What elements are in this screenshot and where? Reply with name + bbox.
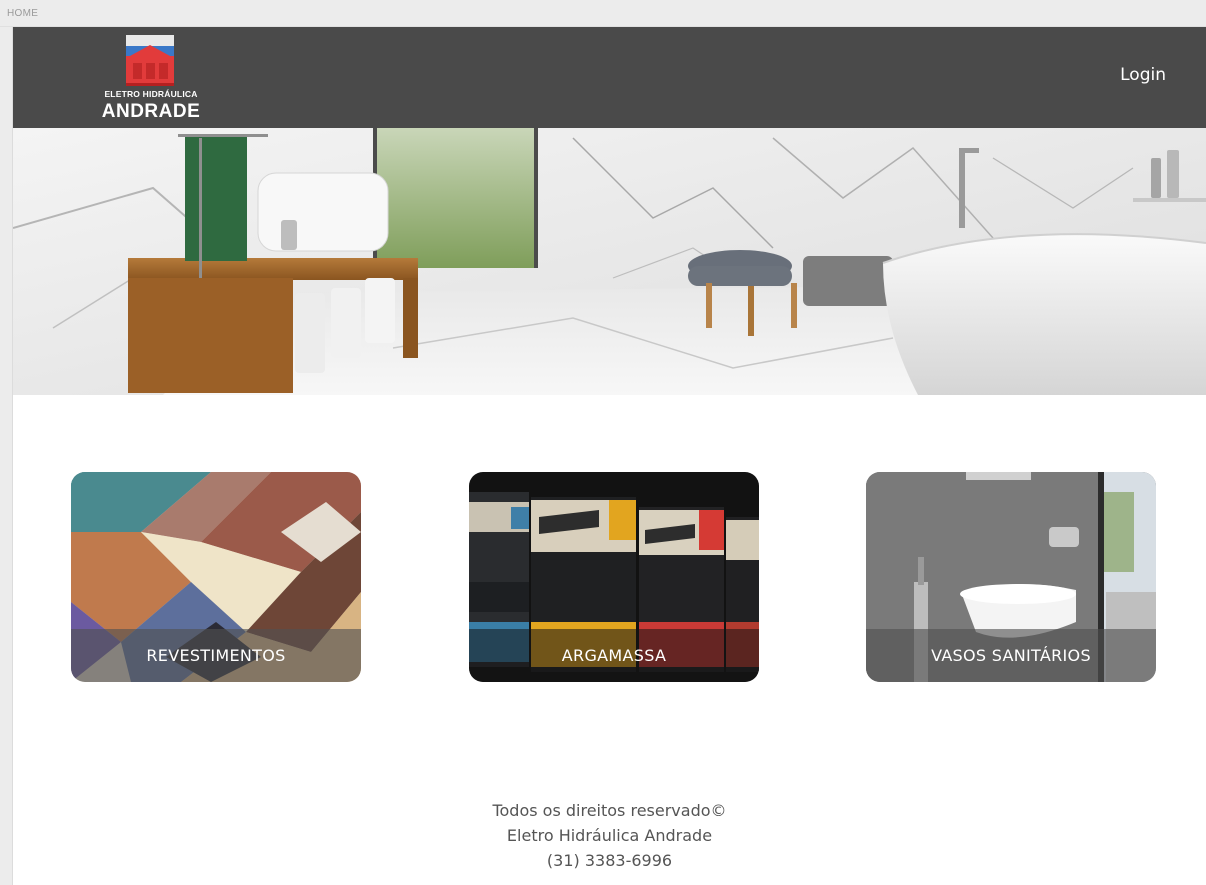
category-card-argamassa[interactable]: ARGAMASSA <box>469 472 759 682</box>
hero-banner <box>13 128 1206 395</box>
page-label: HOME <box>7 8 39 19</box>
brand-logo[interactable]: ELETRO HIDRÁULICA ANDRADE <box>87 31 215 125</box>
card-caption: VASOS SANITÁRIOS <box>866 629 1156 682</box>
card-caption: REVESTIMENTOS <box>71 629 361 682</box>
card-caption: ARGAMASSA <box>469 629 759 682</box>
login-link[interactable]: Login <box>1120 65 1166 85</box>
category-label: VASOS SANITÁRIOS <box>931 646 1091 665</box>
footer-company: Eletro Hidráulica Andrade <box>506 826 713 845</box>
footer-phone: (31) 3383-6996 <box>546 851 673 870</box>
category-label: ARGAMASSA <box>561 646 667 665</box>
site-header: ELETRO HIDRÁULICA ANDRADE Login <box>13 27 1206 128</box>
category-label: REVESTIMENTOS <box>146 646 286 665</box>
browser-frame-left <box>0 27 13 885</box>
browser-frame-top: HOME <box>0 0 1206 27</box>
logo-text-top: ELETRO HIDRÁULICA <box>104 89 198 99</box>
hero-bathroom-image <box>13 128 1206 395</box>
site-footer: Todos os direitos reservado© Eletro Hidr… <box>13 798 1206 873</box>
logo-text-brand: ANDRADE <box>101 101 201 122</box>
category-card-vasos-sanitarios[interactable]: VASOS SANITÁRIOS <box>866 472 1156 682</box>
category-card-revestimentos[interactable]: REVESTIMENTOS <box>71 472 361 682</box>
logo-mark-icon <box>126 35 174 86</box>
footer-copyright: Todos os direitos reservado© <box>492 801 727 820</box>
